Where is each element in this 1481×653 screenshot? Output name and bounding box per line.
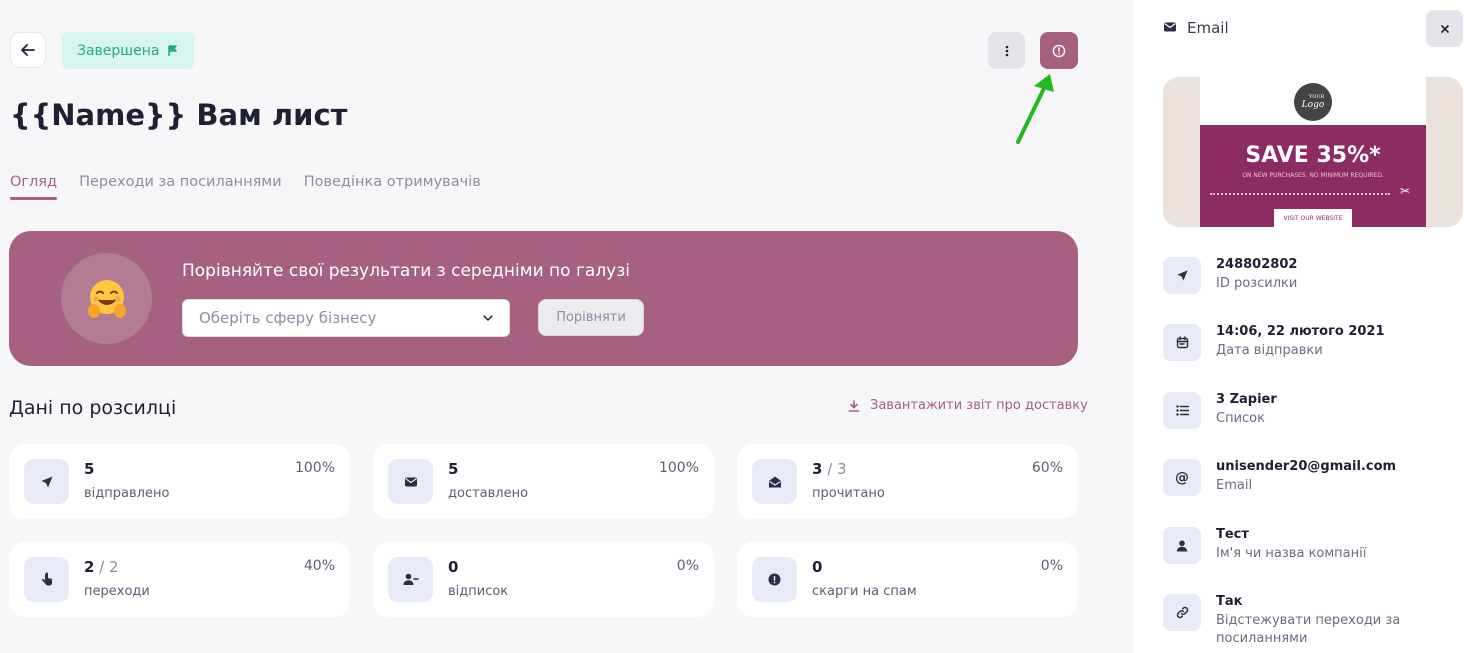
- scissors-icon: ✂: [1400, 184, 1411, 198]
- section-title: Дані по розсилці: [9, 397, 177, 419]
- info-label: Ім'я чи назва компанії: [1216, 546, 1367, 561]
- main-panel: Завершена {{Name}} Вам лист Огляд Перехо…: [0, 0, 1133, 653]
- info-value: Так: [1216, 594, 1243, 609]
- select-placeholder: Оберіть сферу бізнесу: [199, 309, 377, 327]
- promo-subtitle: ON NEW PURCHASES. NO MINIMUM REQUIRED.: [1242, 172, 1384, 179]
- close-icon: [1440, 24, 1449, 33]
- more-vertical-icon: [1005, 45, 1008, 56]
- envelope-icon: [388, 459, 433, 504]
- list-icon: [1163, 392, 1201, 429]
- stat-card-delivered: 5 доставлено 100%: [373, 444, 714, 519]
- stat-percent: 0%: [676, 558, 699, 574]
- send-icon: [1163, 257, 1201, 294]
- hugging-face-icon: [61, 253, 152, 344]
- stat-card-read: 3 / 3 прочитано 60%: [737, 444, 1078, 519]
- stat-label: відписок: [448, 584, 509, 599]
- more-options-button[interactable]: [988, 32, 1025, 69]
- info-label: Відстежувати переходи за посиланнями: [1216, 613, 1401, 646]
- info-label: Дата відправки: [1216, 343, 1323, 358]
- send-icon: [24, 459, 69, 504]
- stat-card-spam: 0 скарги на спам 0%: [737, 542, 1078, 617]
- info-label: Список: [1216, 411, 1265, 426]
- user-minus-icon: [388, 557, 433, 602]
- status-text: Завершена: [77, 42, 160, 59]
- stat-percent: 60%: [1031, 460, 1063, 476]
- compare-button[interactable]: Порівняти: [538, 299, 644, 336]
- stat-value: 5: [84, 460, 95, 478]
- download-report-link[interactable]: Завантажити звіт про доставку: [848, 398, 1088, 413]
- stat-label: переходи: [84, 584, 150, 599]
- download-icon: [848, 399, 860, 412]
- flag-icon: [168, 44, 178, 56]
- promo-title: SAVE 35%*: [1245, 143, 1381, 168]
- user-icon: [1163, 527, 1201, 564]
- stat-card-unsubscribes: 0 відписок 0%: [373, 542, 714, 617]
- compare-banner: Порівняйте свої результати з середніми п…: [9, 231, 1078, 366]
- envelope-icon: [1164, 22, 1176, 32]
- info-value: 14:06, 22 лютого 2021: [1216, 324, 1385, 339]
- tab-recipient-behavior[interactable]: Поведінка отримувачів: [304, 174, 481, 200]
- status-badge: Завершена: [62, 32, 195, 69]
- stat-value: 3 / 3: [812, 460, 847, 478]
- tab-link-clicks[interactable]: Переходи за посиланнями: [79, 174, 282, 200]
- stat-value: 0: [448, 558, 459, 576]
- at-icon: @: [1163, 459, 1201, 496]
- back-button[interactable]: [10, 32, 46, 68]
- stat-label: прочитано: [812, 486, 885, 501]
- panel-title: Email: [1187, 19, 1229, 37]
- close-button[interactable]: [1426, 10, 1463, 47]
- info-button[interactable]: [1040, 32, 1078, 69]
- stat-label: доставлено: [448, 486, 529, 501]
- info-icon: [1052, 44, 1066, 57]
- promo-button: VISIT OUR WEBSITE: [1274, 209, 1352, 227]
- stat-card-sent: 5 відправлено 100%: [9, 444, 350, 519]
- chevron-down-icon: [483, 315, 493, 321]
- page-title: {{Name}} Вам лист: [10, 98, 348, 132]
- info-value: 3 Zapier: [1216, 392, 1277, 407]
- stat-percent: 100%: [658, 460, 699, 476]
- stat-label: відправлено: [84, 486, 170, 501]
- info-value: unisender20@gmail.com: [1216, 459, 1397, 474]
- stat-percent: 0%: [1040, 558, 1063, 574]
- stat-value: 5: [448, 460, 459, 478]
- stat-label: скарги на спам: [812, 584, 917, 599]
- business-sector-select[interactable]: Оберіть сферу бізнесу: [182, 299, 510, 337]
- tab-overview[interactable]: Огляд: [10, 174, 58, 200]
- annotation-arrow-icon: [1016, 74, 1054, 144]
- info-value: Тест: [1216, 527, 1249, 542]
- promo-divider: [1210, 193, 1390, 195]
- stat-percent: 100%: [294, 460, 335, 476]
- arrow-left-icon: [21, 44, 35, 56]
- link-icon: [1163, 594, 1201, 631]
- email-preview[interactable]: YOUR Logo SAVE 35%* ON NEW PURCHASES. NO…: [1163, 77, 1463, 227]
- stat-percent: 40%: [303, 558, 335, 574]
- banner-title: Порівняйте свої результати з середніми п…: [182, 261, 631, 281]
- download-report-label: Завантажити звіт про доставку: [870, 398, 1088, 413]
- preview-logo: YOUR Logo: [1294, 83, 1332, 121]
- envelope-open-icon: [752, 459, 797, 504]
- preview-promo: SAVE 35%* ON NEW PURCHASES. NO MINIMUM R…: [1200, 125, 1426, 227]
- tabs: Огляд Переходи за посиланнями Поведінка …: [10, 174, 481, 200]
- info-label: Email: [1216, 478, 1253, 493]
- stat-value: 0: [812, 558, 823, 576]
- stat-card-clicks: 2 / 2 переходи 40%: [9, 542, 350, 617]
- stat-value: 2 / 2: [84, 558, 119, 576]
- pointer-icon: [24, 557, 69, 602]
- alert-icon: [752, 557, 797, 602]
- calendar-icon: [1163, 324, 1201, 361]
- info-label: ID розсилки: [1216, 276, 1298, 291]
- info-value: 248802802: [1216, 257, 1298, 272]
- email-details-panel: Email YOUR Logo SAVE 35%* ON NEW PURCHAS…: [1133, 0, 1481, 653]
